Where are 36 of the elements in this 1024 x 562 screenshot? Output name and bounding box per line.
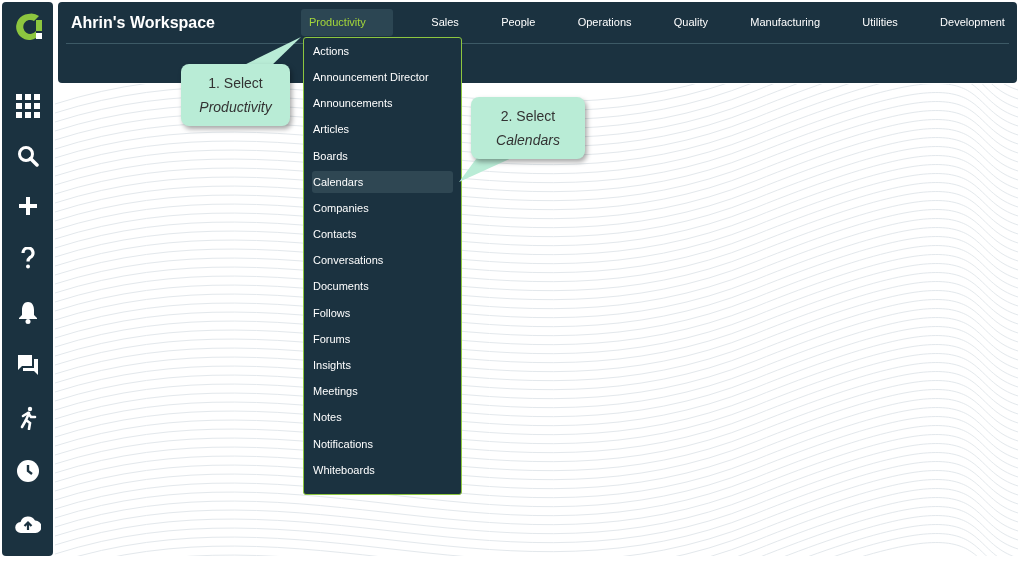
menu-item[interactable]: Insights — [312, 354, 453, 377]
clock-icon[interactable] — [16, 460, 39, 482]
nav-tab[interactable]: Sales — [427, 9, 463, 36]
add-icon[interactable] — [16, 195, 39, 217]
callout-text: 1. Select Productivity — [198, 74, 274, 117]
menu-item[interactable]: Meetings — [312, 380, 453, 403]
nav-tab[interactable]: Operations — [573, 9, 636, 36]
nav-tab[interactable]: Utilities — [858, 9, 902, 36]
nav-tab[interactable]: Quality — [669, 9, 713, 36]
nav-tab[interactable]: Development — [936, 9, 1009, 36]
chat-icon[interactable] — [16, 354, 39, 376]
cloud-upload-icon[interactable] — [14, 514, 41, 534]
menu-item[interactable]: Actions — [312, 40, 453, 62]
nav-tab[interactable]: People — [497, 9, 540, 36]
menu-item[interactable]: Forums — [312, 328, 453, 351]
menu-item[interactable]: Announcement Director — [312, 66, 453, 89]
menu-item[interactable]: Whiteboards — [312, 459, 453, 481]
nav-tab[interactable]: Manufacturing — [746, 9, 825, 36]
menu-item[interactable]: Notifications — [312, 432, 453, 455]
menu-item[interactable]: Contacts — [312, 223, 453, 246]
menu-item[interactable]: Follows — [312, 301, 453, 324]
menu-item[interactable]: Notes — [312, 406, 453, 429]
nav-tab[interactable]: Productivity — [301, 9, 393, 36]
menu-item[interactable]: Conversations — [312, 249, 453, 272]
workspace-title: Ahrin's Workspace — [71, 12, 216, 33]
menu-item[interactable]: Boards — [312, 144, 453, 167]
menu-item[interactable]: Documents — [312, 275, 453, 298]
menu-item[interactable]: Companies — [312, 197, 453, 220]
notifications-icon[interactable] — [17, 300, 38, 324]
help-icon[interactable] — [19, 247, 36, 269]
menu-item[interactable]: Articles — [312, 118, 453, 141]
callout-text: 2. Select Calendars — [495, 107, 561, 150]
search-icon[interactable] — [16, 145, 39, 167]
menu-item[interactable]: Calendars — [312, 170, 453, 193]
menu-item[interactable]: Announcements — [312, 92, 453, 115]
apps-grid-icon[interactable] — [15, 94, 40, 118]
